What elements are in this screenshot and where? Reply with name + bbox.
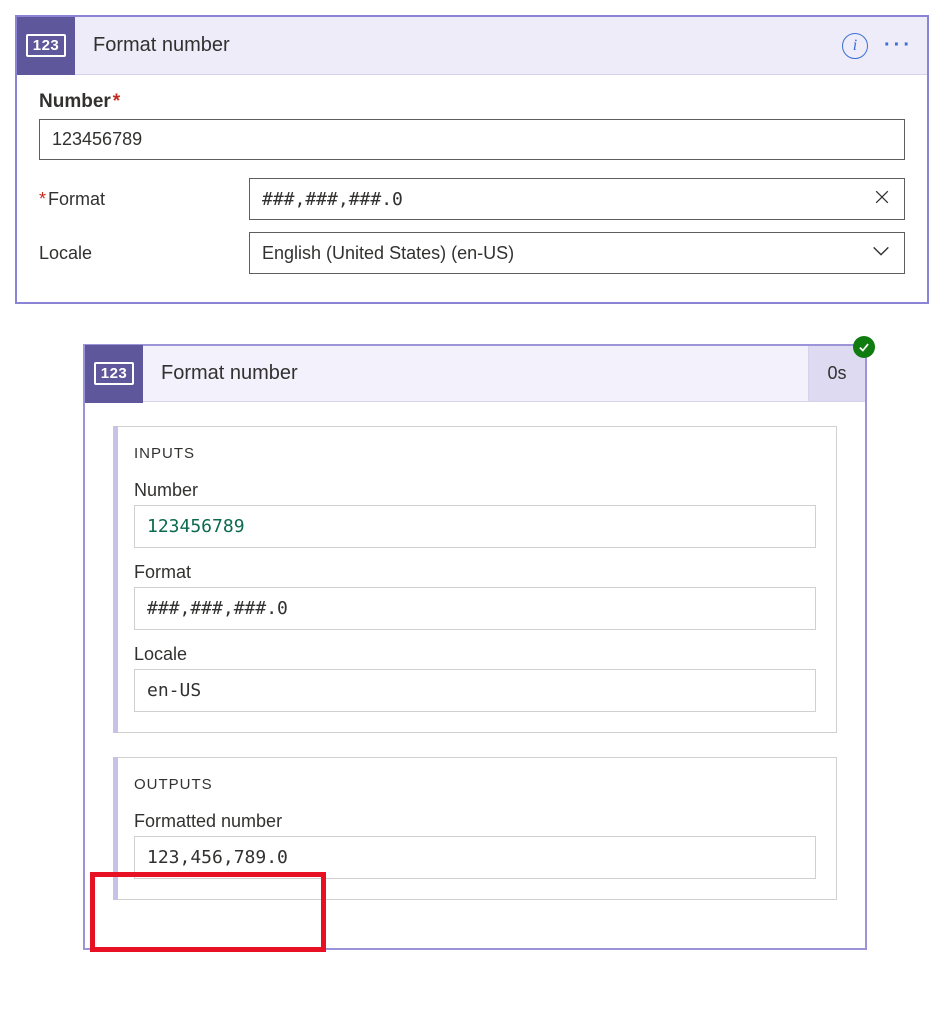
run-body: INPUTS Number 123456789 Format ###,###,#… <box>85 402 865 948</box>
outputs-formatted-label: Formatted number <box>134 811 816 832</box>
action-title: Format number <box>75 34 842 57</box>
format-number-run-result-card: 123 Format number 0s INPUTS Number 12345… <box>83 344 867 950</box>
action-body: Number Format ###,###,###.0 Locale Engli… <box>17 75 927 302</box>
run-header[interactable]: 123 Format number 0s <box>85 346 865 402</box>
more-menu-icon[interactable]: ··· <box>884 34 913 57</box>
inputs-number-label: Number <box>134 480 816 501</box>
outputs-formatted-value: 123,456,789.0 <box>134 836 816 879</box>
clear-format-icon[interactable] <box>866 187 892 212</box>
action-icon-box: 123 <box>17 17 75 75</box>
number-icon: 123 <box>94 362 135 385</box>
number-label: Number <box>39 91 905 119</box>
locale-row: Locale English (United States) (en-US) <box>39 226 905 280</box>
chevron-down-icon[interactable] <box>866 240 892 267</box>
format-label: Format <box>39 189 249 210</box>
format-row: Format ###,###,###.0 <box>39 172 905 226</box>
number-icon: 123 <box>26 34 67 57</box>
format-number-action-card: 123 Format number i ··· Number Format ##… <box>15 15 929 304</box>
locale-value: English (United States) (en-US) <box>262 243 514 264</box>
run-title: Format number <box>143 362 298 385</box>
inputs-number-value: 123456789 <box>134 505 816 548</box>
inputs-section: INPUTS Number 123456789 Format ###,###,#… <box>113 426 837 733</box>
number-input[interactable] <box>39 119 905 160</box>
outputs-section: OUTPUTS Formatted number 123,456,789.0 <box>113 757 837 900</box>
inputs-locale-value: en-US <box>134 669 816 712</box>
info-icon[interactable]: i <box>842 33 868 59</box>
action-header[interactable]: 123 Format number i ··· <box>17 17 927 75</box>
outputs-heading: OUTPUTS <box>134 776 816 793</box>
locale-select[interactable]: English (United States) (en-US) <box>249 232 905 274</box>
format-value: ###,###,###.0 <box>262 189 403 210</box>
locale-label: Locale <box>39 243 249 264</box>
inputs-locale-label: Locale <box>134 644 816 665</box>
success-badge-icon <box>853 336 875 358</box>
run-icon-box: 123 <box>85 345 143 403</box>
inputs-format-value: ###,###,###.0 <box>134 587 816 630</box>
inputs-format-label: Format <box>134 562 816 583</box>
inputs-heading: INPUTS <box>134 445 816 462</box>
format-input[interactable]: ###,###,###.0 <box>249 178 905 220</box>
